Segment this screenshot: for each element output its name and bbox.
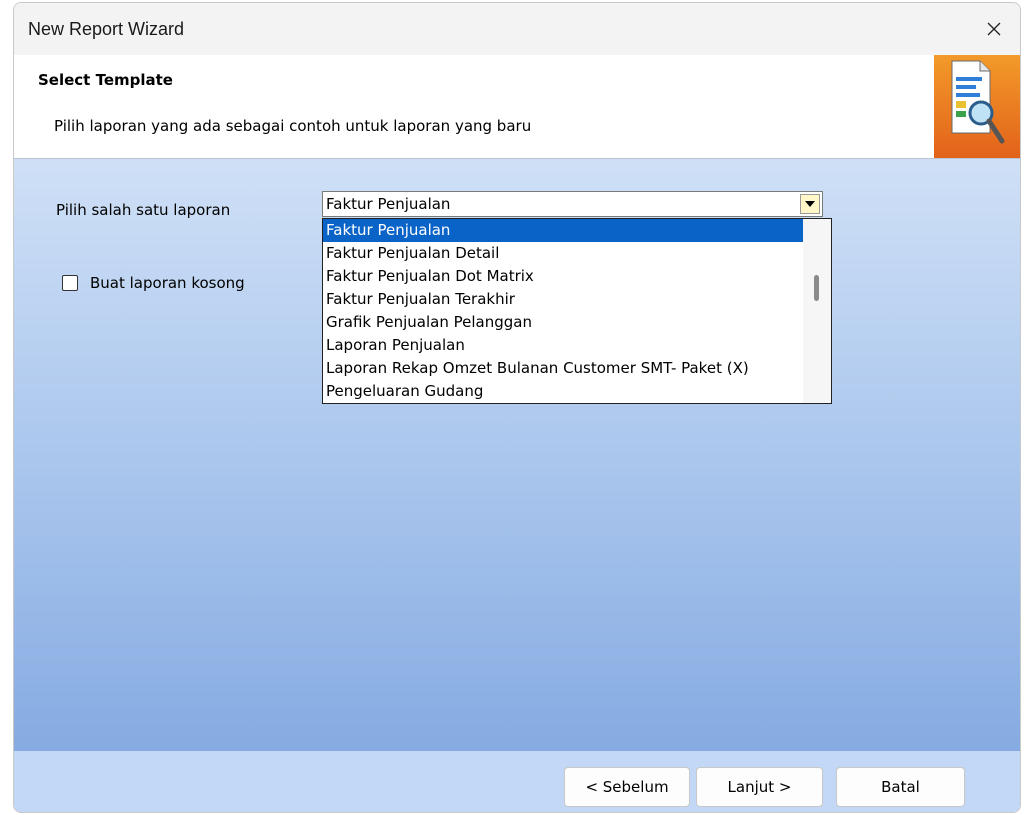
- report-template-listbox[interactable]: Faktur Penjualan Faktur Penjualan Detail…: [322, 218, 832, 404]
- new-report-wizard-window: New Report Wizard Select Template Pilih …: [13, 2, 1021, 813]
- list-item[interactable]: Faktur Penjualan Dot Matrix: [323, 265, 803, 288]
- wizard-content: Pilih salah satu laporan Faktur Penjuala…: [14, 159, 1020, 751]
- select-report-label: Pilih salah satu laporan: [56, 201, 231, 219]
- page-description: Pilih laporan yang ada sebagai contoh un…: [54, 117, 532, 135]
- report-magnifier-icon: [951, 60, 1005, 144]
- list-item[interactable]: Faktur Penjualan Terakhir: [323, 288, 803, 311]
- close-icon: [987, 22, 1001, 36]
- page-title: Select Template: [38, 71, 173, 89]
- empty-report-checkbox[interactable]: [62, 275, 78, 291]
- window-title: New Report Wizard: [28, 19, 185, 39]
- report-template-combobox[interactable]: Faktur Penjualan: [322, 191, 823, 217]
- back-button[interactable]: < Sebelum: [564, 767, 690, 807]
- wizard-header: Select Template Pilih laporan yang ada s…: [14, 55, 1020, 159]
- dropdown-arrow-icon: [805, 201, 815, 207]
- list-item[interactable]: Laporan Rekap Omzet Bulanan Customer SMT…: [323, 357, 803, 380]
- header-icon-panel: [934, 55, 1020, 158]
- combobox-dropdown-button[interactable]: [800, 194, 820, 214]
- close-button[interactable]: [968, 3, 1020, 55]
- empty-report-checkbox-label[interactable]: Buat laporan kosong: [90, 274, 245, 292]
- title-bar: New Report Wizard: [14, 3, 1020, 55]
- list-item[interactable]: Pengeluaran Gudang: [323, 380, 803, 403]
- list-item[interactable]: Laporan Penjualan: [323, 334, 803, 357]
- listbox-scrollbar[interactable]: [803, 219, 831, 403]
- empty-report-option[interactable]: Buat laporan kosong: [62, 273, 245, 293]
- next-button[interactable]: Lanjut >: [696, 767, 823, 807]
- combobox-value: Faktur Penjualan: [326, 195, 451, 213]
- list-item[interactable]: Grafik Penjualan Pelanggan: [323, 311, 803, 334]
- list-item[interactable]: Faktur Penjualan: [323, 219, 803, 242]
- wizard-footer: < Sebelum Lanjut > Batal: [14, 751, 1020, 812]
- cancel-button[interactable]: Batal: [836, 767, 965, 807]
- scrollbar-thumb[interactable]: [814, 275, 819, 301]
- list-item[interactable]: Faktur Penjualan Detail: [323, 242, 803, 265]
